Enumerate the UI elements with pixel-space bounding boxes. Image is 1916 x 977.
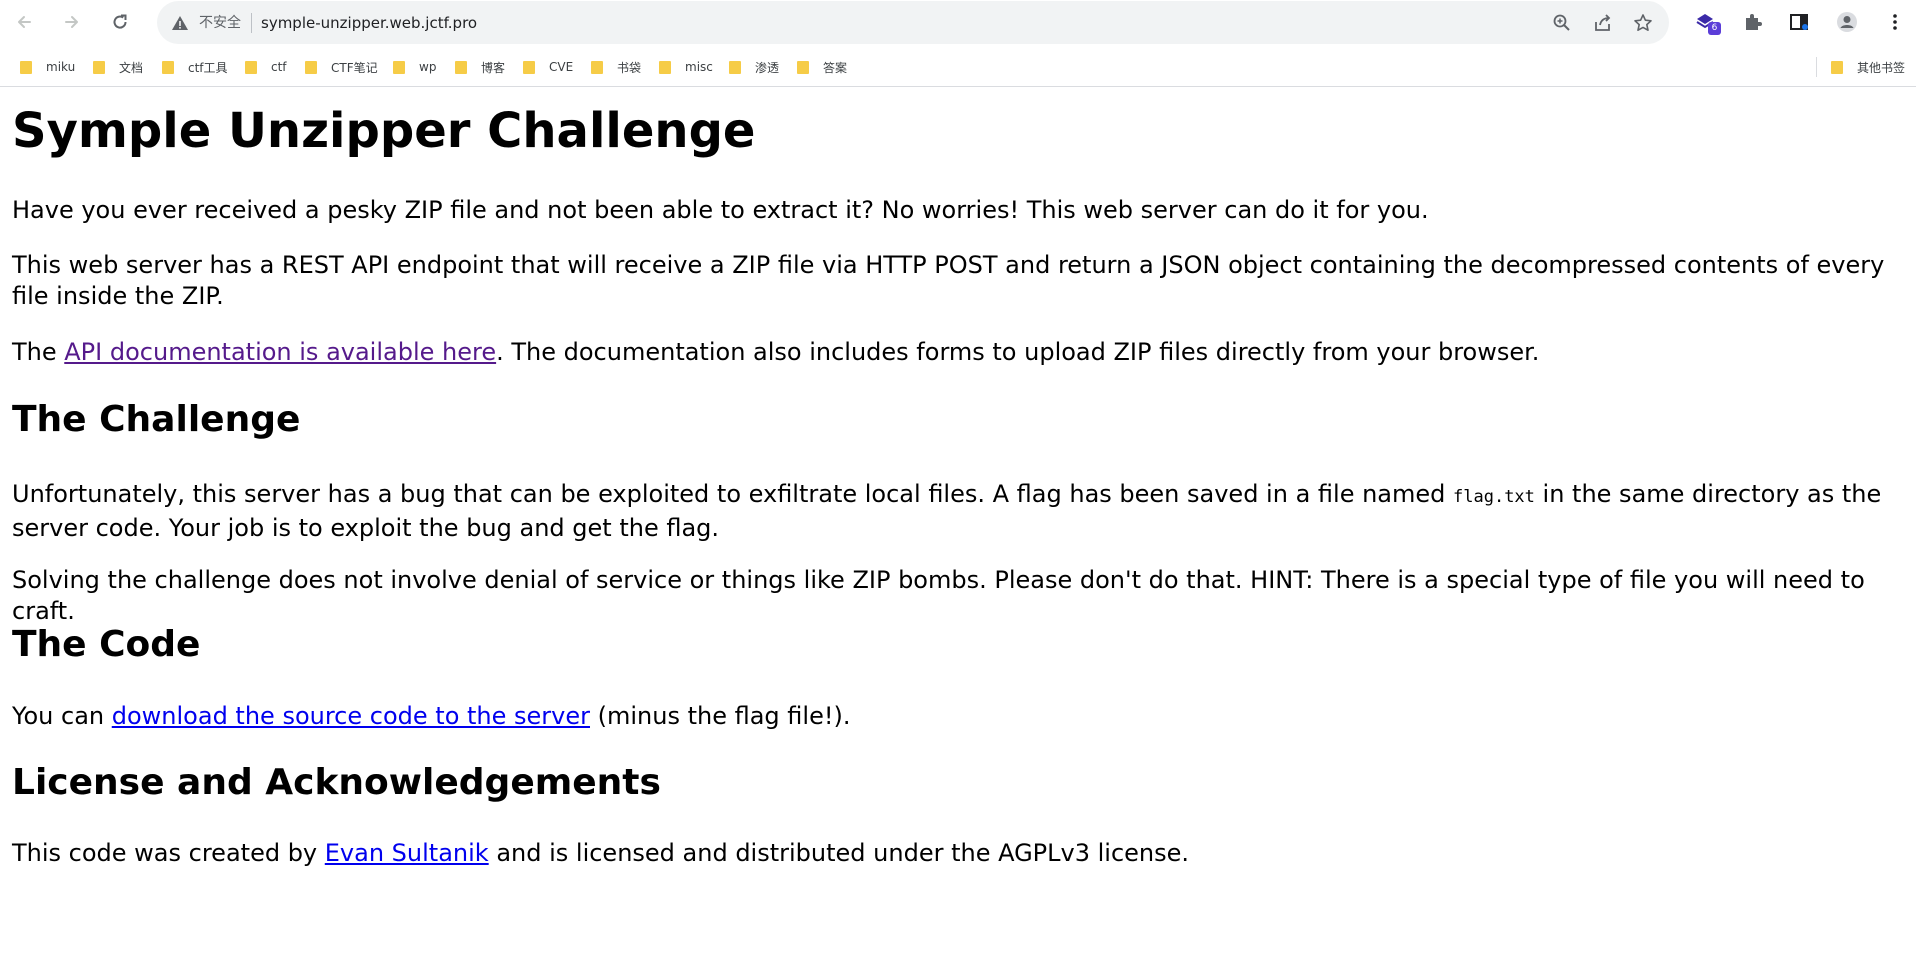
back-button[interactable]	[10, 8, 38, 36]
folder-icon	[305, 60, 317, 74]
api-docs-link[interactable]: API documentation is available here	[64, 338, 496, 366]
intro-3-suffix: . The documentation also includes forms …	[496, 338, 1540, 366]
bookmark-label: 博客	[481, 60, 506, 75]
intro-paragraph-3: The API documentation is available here.…	[12, 337, 1902, 368]
bookmark-misc[interactable]: misc	[659, 57, 713, 77]
folder-icon	[523, 60, 535, 74]
bookmark-wp[interactable]: wp	[393, 57, 436, 77]
bookmark-label: ctf	[271, 60, 287, 74]
folder-icon	[20, 60, 32, 74]
bookmark-pentest[interactable]: 渗透	[729, 57, 779, 77]
zoom-icon[interactable]	[1552, 13, 1572, 33]
bookmark-book-bag[interactable]: 书袋	[591, 57, 641, 77]
bookmark-answers[interactable]: 答案	[797, 57, 847, 77]
folder-icon	[162, 60, 174, 74]
bookmark-ctf-tools[interactable]: ctf工具	[162, 57, 228, 77]
challenge-paragraph-1: Unfortunately, this server has a bug tha…	[12, 479, 1902, 544]
folder-icon	[455, 60, 467, 74]
flag-filename: flag.txt	[1453, 487, 1535, 507]
puzzle-icon[interactable]	[1742, 11, 1764, 33]
bookmark-miku[interactable]: miku	[20, 57, 75, 77]
bookmark-ctf-notes[interactable]: CTF笔记	[305, 57, 378, 77]
folder-icon	[797, 60, 809, 74]
bookmark-label: 答案	[823, 60, 848, 75]
bookmark-label: 文档	[119, 60, 144, 75]
address-divider	[251, 13, 252, 33]
author-link[interactable]: Evan Sultanik	[325, 839, 489, 867]
challenge-paragraph-2: Solving the challenge does not involve d…	[12, 566, 1865, 625]
bookmark-label: miku	[46, 60, 76, 74]
bookmark-label: misc	[685, 60, 713, 74]
menu-kebab-icon[interactable]	[1884, 11, 1906, 33]
folder-icon	[93, 60, 105, 74]
challenge-1-prefix: Unfortunately, this server has a bug tha…	[12, 480, 1454, 508]
license-heading: License and Acknowledgements	[12, 762, 661, 803]
folder-icon	[245, 60, 257, 74]
bookmark-label: CTF笔记	[331, 60, 378, 75]
forward-button[interactable]	[58, 8, 86, 36]
bookmarks-bar: miku 文档 ctf工具 ctf CTF笔记 wp 博客 CVE 书袋 mis…	[0, 51, 1916, 83]
bookmark-label: 渗透	[755, 60, 780, 75]
address-bar[interactable]: 不安全 symple-unzipper.web.jctf.pro	[157, 1, 1669, 44]
share-icon[interactable]	[1593, 13, 1613, 33]
arrow-left-icon	[18, 16, 31, 28]
bookmark-blog[interactable]: 博客	[455, 57, 505, 77]
page-title: Symple Unzipper Challenge	[12, 103, 756, 159]
bookmark-label: CVE	[549, 60, 574, 74]
reload-button[interactable]	[106, 8, 134, 36]
reload-icon	[113, 14, 127, 29]
url-text[interactable]: symple-unzipper.web.jctf.pro	[261, 13, 477, 33]
bookmark-docs[interactable]: 文档	[93, 57, 143, 77]
bookmarks-separator	[1816, 57, 1817, 77]
bookmark-ctf[interactable]: ctf	[245, 57, 287, 77]
license-prefix: This code was created by	[12, 839, 325, 867]
bookmark-label: 其他书签	[1857, 60, 1906, 75]
code-prefix: You can	[12, 702, 112, 730]
license-suffix: and is licensed and distributed under th…	[488, 839, 1190, 867]
code-heading: The Code	[12, 624, 201, 665]
folder-icon	[1831, 60, 1843, 74]
profile-avatar-icon[interactable]	[1836, 11, 1858, 33]
bookmark-label: ctf工具	[188, 60, 228, 75]
warning-icon[interactable]	[171, 14, 189, 32]
browser-toolbar: 不安全 symple-unzipper.web.jctf.pro 6	[0, 0, 1916, 44]
folder-icon	[729, 60, 741, 74]
side-panel-icon[interactable]	[1788, 11, 1810, 33]
bookmark-other[interactable]: 其他书签	[1831, 57, 1905, 77]
intro-paragraph-2: This web server has a REST API endpoint …	[12, 251, 1885, 310]
code-paragraph: You can download the source code to the …	[12, 701, 1902, 732]
folder-icon	[659, 60, 671, 74]
intro-3-prefix: The	[12, 338, 65, 366]
folder-icon	[393, 60, 405, 74]
code-suffix: (minus the flag file!).	[590, 702, 851, 730]
bookmark-label: wp	[419, 60, 437, 74]
download-source-link[interactable]: download the source code to the server	[112, 702, 590, 730]
bookmark-star-icon[interactable]	[1633, 13, 1653, 33]
arrow-right-icon	[65, 16, 78, 28]
bookmark-cve[interactable]: CVE	[523, 57, 573, 77]
extension-badge: 6	[1708, 22, 1721, 35]
security-label[interactable]: 不安全	[199, 13, 241, 33]
bookmark-label: 书袋	[617, 60, 642, 75]
folder-icon	[591, 60, 603, 74]
intro-paragraph-1: Have you ever received a pesky ZIP file …	[12, 196, 1429, 224]
challenge-heading: The Challenge	[12, 399, 301, 440]
license-paragraph: This code was created by Evan Sultanik a…	[12, 838, 1902, 869]
chrome-divider	[0, 86, 1916, 87]
